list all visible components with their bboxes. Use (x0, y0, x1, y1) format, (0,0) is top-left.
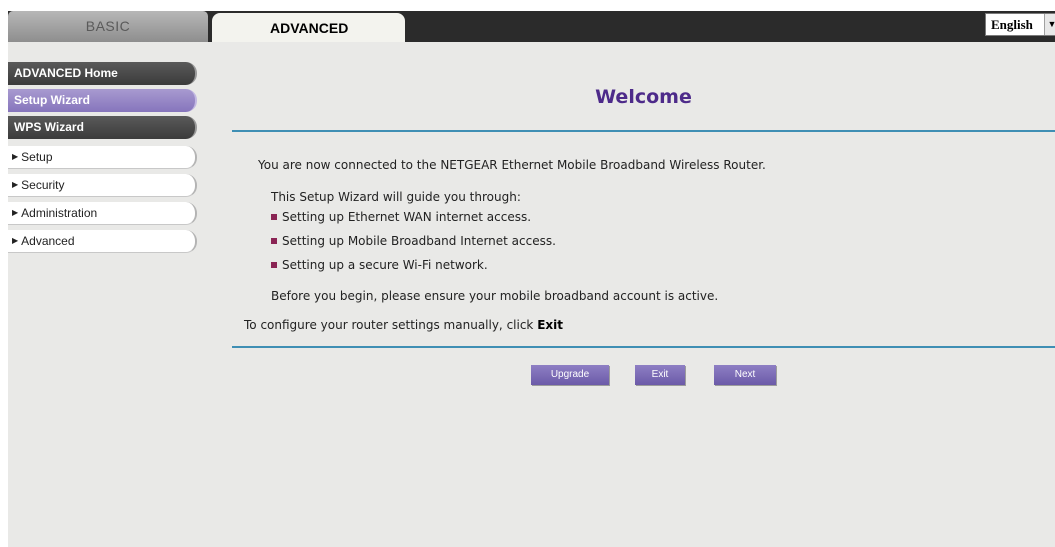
sidebar-item-label: Administration (21, 206, 98, 220)
sidebar-item-wps-wizard[interactable]: WPS Wizard (8, 116, 197, 139)
before-text: Before you begin, please ensure your mob… (271, 289, 719, 303)
tab-advanced[interactable]: ADVANCED (212, 13, 405, 42)
language-select[interactable]: English ▼ (985, 13, 1055, 36)
exit-button[interactable]: Exit (635, 365, 685, 385)
sidebar-item-administration[interactable]: ▶ Administration (8, 202, 197, 225)
router-admin-page: BASIC ADVANCED English ▼ ADVANCED Home S… (0, 0, 1055, 547)
sidebar-item-setup-wizard[interactable]: Setup Wizard (8, 89, 197, 112)
list-item: Setting up Mobile Broadband Internet acc… (271, 234, 556, 248)
language-selected-value: English (991, 17, 1033, 32)
list-item: Setting up Ethernet WAN internet access. (271, 210, 531, 224)
sidebar-item-label: Advanced (21, 234, 75, 248)
step-text: Setting up a secure Wi-Fi network. (282, 258, 488, 272)
chevron-down-icon[interactable]: ▼ (1044, 14, 1055, 35)
bullet-icon (271, 261, 277, 268)
step-text: Setting up Mobile Broadband Internet acc… (282, 234, 556, 248)
triangle-right-icon: ▶ (12, 208, 19, 218)
upgrade-button[interactable]: Upgrade (531, 365, 609, 385)
triangle-right-icon: ▶ (12, 236, 19, 246)
intro-text: You are now connected to the NETGEAR Eth… (258, 158, 766, 172)
triangle-right-icon: ▶ (12, 152, 19, 162)
sidebar-item-advanced[interactable]: ▶ Advanced (8, 230, 197, 253)
divider-bottom (232, 346, 1055, 348)
page-title: Welcome (595, 86, 692, 108)
bullet-icon (271, 213, 277, 220)
guide-text: This Setup Wizard will guide you through… (271, 190, 521, 204)
divider-top (232, 130, 1055, 132)
sidebar-item-label: Security (21, 178, 65, 192)
list-item: Setting up a secure Wi-Fi network. (271, 258, 488, 272)
sidebar-item-setup[interactable]: ▶ Setup (8, 146, 197, 169)
sidebar-item-security[interactable]: ▶ Security (8, 174, 197, 197)
tab-basic[interactable]: BASIC (8, 11, 208, 42)
tab-advanced-label: ADVANCED (270, 20, 349, 36)
sidebar-item-advanced-home[interactable]: ADVANCED Home (8, 62, 197, 85)
manual-config-text: To configure your router settings manual… (244, 318, 563, 332)
step-text: Setting up Ethernet WAN internet access. (282, 210, 532, 224)
next-button[interactable]: Next (714, 365, 776, 385)
exit-keyword: Exit (537, 318, 563, 332)
triangle-right-icon: ▶ (12, 180, 19, 190)
bullet-icon (271, 237, 277, 244)
sidebar-item-label: Setup (21, 150, 53, 164)
manual-prefix: To configure your router settings manual… (244, 318, 538, 332)
